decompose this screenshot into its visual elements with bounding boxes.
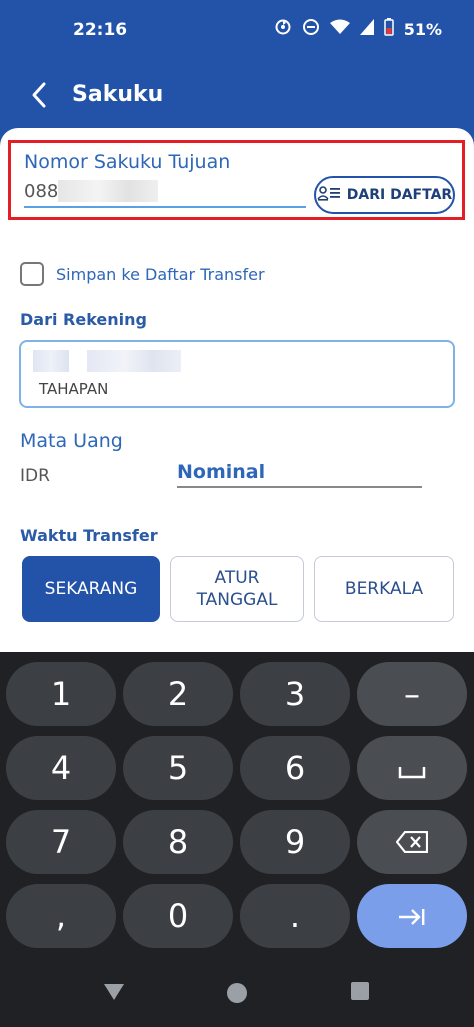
key-7[interactable]: 7 — [6, 810, 116, 874]
sync-icon — [274, 18, 292, 41]
schedule-date-label: ATUR TANGGAL — [196, 568, 278, 610]
app-bar: Sakuku — [0, 60, 474, 130]
key-comma[interactable]: , — [6, 884, 116, 948]
key-9[interactable]: 9 — [240, 810, 350, 874]
key-8[interactable]: 8 — [123, 810, 233, 874]
redacted-account-part1 — [33, 350, 69, 372]
status-time: 22:16 — [73, 20, 128, 40]
key-enter[interactable] — [357, 884, 467, 948]
signal-icon — [359, 19, 374, 40]
from-list-button[interactable]: DARI DAFTAR — [314, 176, 455, 214]
battery-icon — [383, 18, 394, 41]
recurring-button[interactable]: BERKALA — [314, 556, 454, 622]
tab-next-icon — [397, 897, 427, 935]
save-to-list-row[interactable]: Simpan ke Daftar Transfer — [20, 262, 265, 286]
status-icons: 51% — [274, 18, 442, 41]
schedule-date-button[interactable]: ATUR TANGGAL — [170, 556, 304, 622]
key-1[interactable]: 1 — [6, 662, 116, 726]
transfer-now-label: SEKARANG — [44, 579, 138, 599]
key-0[interactable]: 0 — [123, 884, 233, 948]
redacted-number — [58, 180, 158, 202]
numeric-keyboard: 1 2 3 – 4 5 6 7 8 9 , 0 . — [0, 652, 474, 952]
contact-card-icon — [317, 184, 341, 206]
key-period[interactable]: . — [240, 884, 350, 948]
key-5[interactable]: 5 — [123, 736, 233, 800]
source-account-label: Dari Rekening — [20, 310, 147, 329]
destination-label: Nomor Sakuku Tujuan — [24, 151, 231, 173]
transfer-time-label: Waktu Transfer — [20, 526, 158, 545]
currency-value: IDR — [20, 466, 50, 486]
system-nav-bar — [0, 952, 474, 1027]
dnd-icon — [302, 18, 320, 41]
status-bar: 22:16 51% — [0, 0, 474, 60]
nav-recents-icon[interactable] — [351, 982, 369, 1005]
key-space[interactable] — [357, 736, 467, 800]
source-account-select[interactable]: TAHAPAN — [19, 340, 455, 408]
key-3[interactable]: 3 — [240, 662, 350, 726]
destination-underline — [24, 206, 306, 208]
key-minus[interactable]: – — [357, 662, 467, 726]
redacted-account-part2 — [87, 350, 181, 372]
nav-home-icon[interactable] — [226, 982, 248, 1009]
amount-input[interactable] — [177, 458, 422, 488]
save-to-list-label: Simpan ke Daftar Transfer — [56, 264, 265, 284]
space-icon — [398, 749, 426, 787]
page-title: Sakuku — [72, 82, 164, 107]
backspace-icon — [395, 823, 429, 861]
recurring-label: BERKALA — [344, 579, 424, 599]
destination-number-input[interactable]: 088 — [24, 181, 58, 202]
key-2[interactable]: 2 — [123, 662, 233, 726]
back-arrow-icon[interactable] — [28, 80, 52, 110]
transfer-form: Nomor Sakuku Tujuan 088 DARI DAFTAR Simp… — [0, 128, 474, 653]
transfer-now-button[interactable]: SEKARANG — [22, 556, 160, 622]
wifi-icon — [329, 19, 350, 40]
from-list-label: DARI DAFTAR — [346, 187, 453, 203]
battery-percent: 51% — [403, 20, 442, 39]
key-backspace[interactable] — [357, 810, 467, 874]
nav-back-icon[interactable] — [103, 982, 125, 1007]
account-type: TAHAPAN — [39, 380, 109, 398]
key-6[interactable]: 6 — [240, 736, 350, 800]
currency-label: Mata Uang — [20, 430, 123, 452]
save-to-list-checkbox[interactable] — [20, 262, 44, 286]
key-4[interactable]: 4 — [6, 736, 116, 800]
